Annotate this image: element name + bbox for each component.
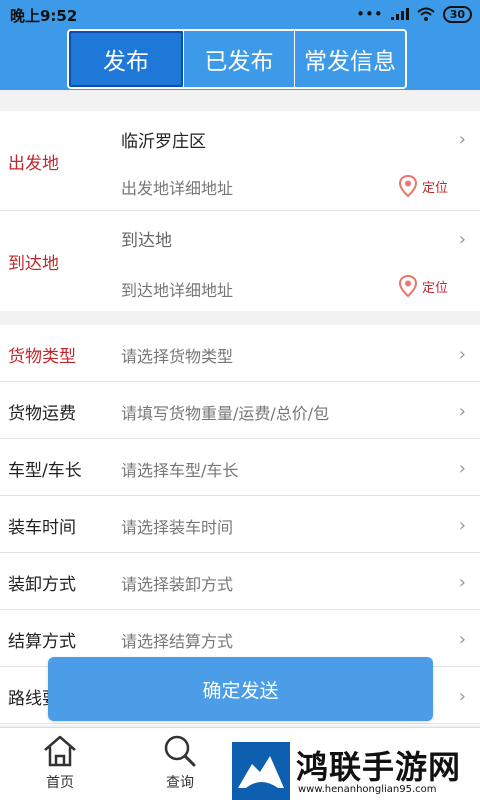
chevron-right-icon: › [458, 229, 466, 250]
form-placeholder: 请选择货物类型 [121, 347, 234, 366]
app-header: 晚上9:52 ••• 30 发布 已发布 常发信息 [0, 0, 480, 90]
form-placeholder: 请选择装车时间 [121, 518, 234, 537]
form-row-cargo-type[interactable]: 货物类型 请选择货物类型 › [0, 325, 480, 382]
watermark-text: 鸿联手游网 [296, 748, 462, 786]
watermark-logo-icon [232, 742, 290, 800]
chevron-right-icon: › [458, 572, 466, 593]
chevron-right-icon: › [458, 686, 466, 707]
destination-label: 到达地 [8, 254, 59, 274]
chevron-right-icon: › [458, 458, 466, 479]
search-icon [164, 735, 196, 767]
form-label: 装车时间 [8, 518, 76, 538]
form-label: 装卸方式 [8, 575, 76, 595]
form-label: 货物运费 [8, 404, 76, 424]
destination-locate-button[interactable]: 定位 [398, 275, 448, 297]
form-label: 车型/车长 [8, 461, 82, 481]
status-icons: ••• 30 [356, 5, 472, 23]
tab-frequent-info[interactable]: 常发信息 [294, 31, 405, 87]
origin-detail-input[interactable]: 出发地详细地址 [121, 175, 233, 199]
chevron-right-icon: › [458, 515, 466, 536]
form-placeholder: 请选择结算方式 [121, 632, 234, 651]
watermark: 鸿联手游网 www.henanhonglian95.com [232, 742, 480, 800]
form-placeholder: 请填写货物重量/运费/总价/包 [121, 404, 330, 423]
form-row-handling-method[interactable]: 装卸方式 请选择装卸方式 › [0, 553, 480, 610]
confirm-send-button[interactable]: 确定发送 [48, 657, 433, 721]
form-label: 货物类型 [8, 347, 76, 367]
battery-icon: 30 [442, 5, 472, 23]
address-section: 出发地 临沂罗庄区 › 出发地详细地址 定位 到达地 到达地 › 到达地详细地址… [0, 111, 480, 311]
signal-icon [390, 8, 409, 20]
form-row-loading-time[interactable]: 装车时间 请选择装车时间 › [0, 496, 480, 553]
nav-label-home: 首页 [46, 775, 74, 791]
status-time: 晚上9:52 [10, 7, 78, 25]
chevron-right-icon: › [458, 629, 466, 650]
origin-city-field[interactable]: 临沂罗庄区 [121, 127, 206, 152]
origin-locate-label: 定位 [421, 180, 448, 196]
chevron-right-icon: › [458, 401, 466, 422]
chevron-right-icon: › [458, 129, 466, 150]
destination-locate-label: 定位 [421, 280, 448, 296]
wifi-icon [417, 7, 435, 21]
chevron-right-icon: › [458, 344, 466, 365]
form-row-freight[interactable]: 货物运费 请填写货物重量/运费/总价/包 › [0, 382, 480, 439]
more-dots-icon: ••• [356, 5, 383, 23]
origin-label: 出发地 [8, 154, 59, 174]
location-pin-icon [398, 175, 417, 197]
status-bar: 晚上9:52 ••• 30 [0, 0, 480, 28]
tab-bar: 发布 已发布 常发信息 [67, 29, 407, 89]
origin-block: 出发地 临沂罗庄区 › 出发地详细地址 定位 [0, 111, 480, 211]
form-placeholder: 请选择车型/车长 [121, 461, 239, 480]
form-row-vehicle[interactable]: 车型/车长 请选择车型/车长 › [0, 439, 480, 496]
destination-detail-input[interactable]: 到达地详细地址 [121, 277, 233, 301]
home-icon [44, 735, 76, 767]
tab-published[interactable]: 已发布 [183, 31, 294, 87]
nav-item-home[interactable]: 首页 [20, 734, 100, 792]
form-placeholder: 请选择装卸方式 [121, 575, 234, 594]
watermark-url: www.henanhonglian95.com [298, 784, 437, 795]
destination-block: 到达地 到达地 › 到达地详细地址 定位 [0, 211, 480, 311]
origin-locate-button[interactable]: 定位 [398, 175, 448, 197]
form-label: 结算方式 [8, 632, 76, 652]
destination-city-field[interactable]: 到达地 [121, 226, 172, 251]
nav-label-query: 查询 [166, 775, 194, 791]
location-pin-icon [398, 275, 417, 297]
nav-item-query[interactable]: 查询 [140, 734, 220, 792]
tab-publish[interactable]: 发布 [69, 31, 183, 87]
